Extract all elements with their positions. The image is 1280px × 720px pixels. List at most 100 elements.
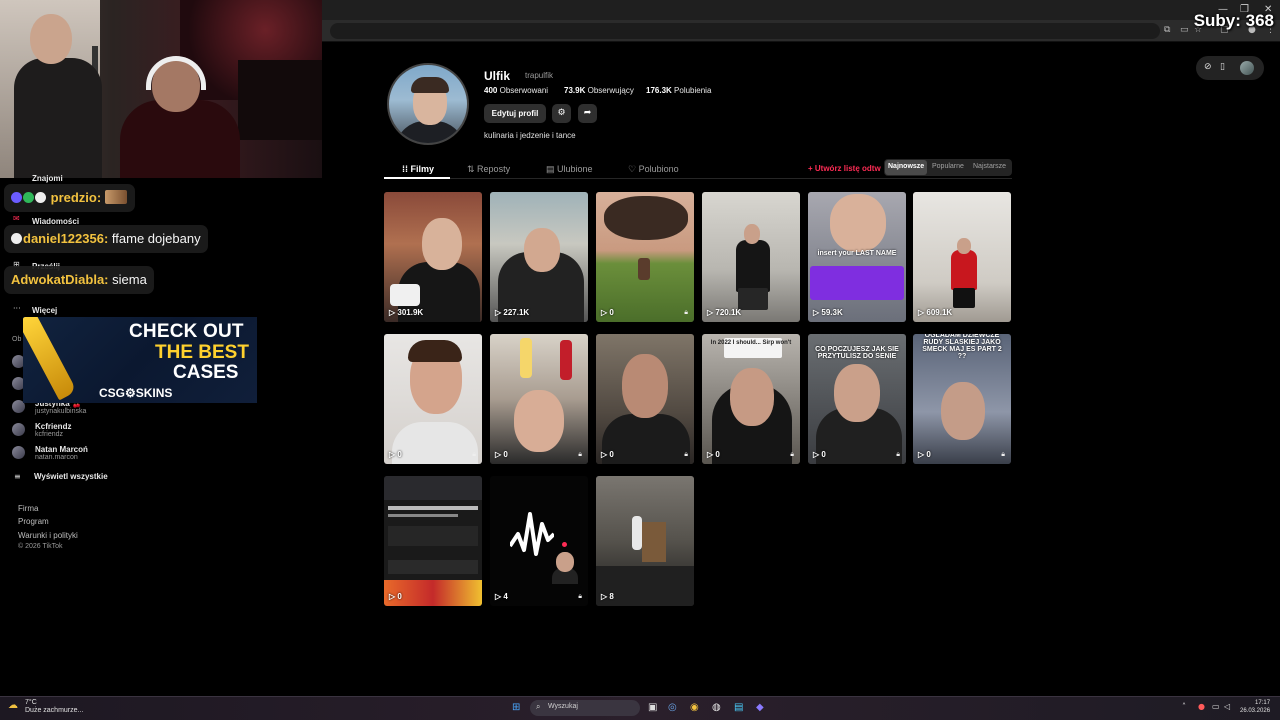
discord-icon[interactable]: ◆ xyxy=(756,702,764,713)
volume-icon[interactable]: ◁ xyxy=(1224,702,1230,711)
views-count: ▷ 8 xyxy=(601,592,614,601)
url-field[interactable] xyxy=(330,23,1160,39)
lock-icon: 🔒︎ xyxy=(1001,450,1005,458)
lock-icon: 🔒︎ xyxy=(684,450,688,458)
csgoskins-ad-banner[interactable]: CHECK OUT THE BEST CASES CSG⚙SKINS xyxy=(23,317,257,403)
search-icon: ⌕ xyxy=(536,702,541,711)
system-clock[interactable]: 17:17 26.03.2026 xyxy=(1240,699,1270,715)
chrome-icon[interactable]: ◉ xyxy=(690,702,699,713)
coin-icon[interactable]: ⊘ xyxy=(1204,62,1212,72)
waveform-icon xyxy=(510,512,554,556)
create-playlist-button[interactable]: + Utwórz listę odtw xyxy=(808,164,881,173)
views-count: ▷ 0 xyxy=(601,308,614,317)
translate-icon[interactable]: ⧉ xyxy=(1164,25,1174,35)
chat-username: predzio: xyxy=(50,190,102,205)
obs-icon[interactable]: ◍ xyxy=(712,702,721,713)
grid-icon: ⁞⁞ xyxy=(402,164,411,174)
subs-counter: Suby: 368 xyxy=(1193,11,1274,30)
tray-chevron-icon[interactable]: ˄ xyxy=(1182,702,1186,711)
following-heading: Ob xyxy=(12,336,22,343)
network-icon[interactable]: ▭ xyxy=(1212,702,1220,711)
video-thumbnail[interactable]: ▷ 0 xyxy=(384,476,482,606)
followers-stat[interactable]: 73.9K Obserwujący xyxy=(564,86,634,95)
footer-link[interactable]: Firma xyxy=(18,504,38,513)
views-count: ▷ 609.1K xyxy=(918,308,953,317)
tab-videos[interactable]: ⁞⁞ Filmy xyxy=(402,164,434,174)
sort-oldest[interactable]: Najstarsze xyxy=(973,163,1006,170)
video-thumbnail[interactable]: ▷ 0 🔒︎ xyxy=(596,334,694,464)
video-overlay-text: insert your LAST NAME xyxy=(817,250,897,257)
notepad-icon[interactable]: ▤ xyxy=(734,702,743,713)
views-count: ▷ 0 xyxy=(495,450,508,459)
address-bar: ⧉ ▭ ☆ ▢ ● ⋮ xyxy=(322,20,1280,42)
views-count: ▷ 301.9K xyxy=(389,308,424,317)
profile-username: Ulfik xyxy=(484,69,511,83)
video-thumbnail[interactable]: ▷ 227.1K xyxy=(490,192,588,322)
soccer-ball-icon xyxy=(11,233,22,244)
share-icon[interactable]: ➦ xyxy=(578,104,597,123)
following-name[interactable]: Kcfriendz xyxy=(35,422,71,431)
lock-icon: 🔒︎ xyxy=(790,450,794,458)
video-thumbnail[interactable]: In 2022 I should... Sirp won't ▷ 0 🔒︎ xyxy=(702,334,800,464)
chat-username: AdwokatDiabla: xyxy=(11,272,109,287)
knife-icon xyxy=(23,317,77,401)
video-thumbnail[interactable]: ▷ 8 xyxy=(596,476,694,606)
video-thumbnail[interactable]: ▷ 0 🔒︎ xyxy=(384,334,482,464)
taskbar-search[interactable]: ⌕ Wyszukaj xyxy=(530,700,640,716)
video-overlay-text: In 2022 I should... Sirp won't xyxy=(710,340,792,346)
sort-newest[interactable]: Najnowsze xyxy=(888,163,924,170)
task-view-icon[interactable]: ▣ xyxy=(648,702,657,713)
video-thumbnail[interactable]: ▷ 0 🔒︎ xyxy=(596,192,694,322)
tab-reposts[interactable]: ⇅ Reposty xyxy=(467,164,510,175)
video-thumbnail[interactable]: ▷ 720.1K xyxy=(702,192,800,322)
footer-link[interactable]: Warunki i polityki xyxy=(18,531,78,540)
avatar[interactable] xyxy=(12,423,25,436)
tiktok-top-toolbar: ⊘ ▯ xyxy=(1196,56,1264,80)
windows-start-icon[interactable]: ⊞ xyxy=(512,702,520,713)
sidebar-item-more[interactable]: Więcej xyxy=(32,306,57,315)
lock-icon: 🔒︎ xyxy=(472,450,476,458)
video-overlay-text: OGLADAM DZIEWCZE RUDY SLASKIEJ JAKO SMEC… xyxy=(922,334,1002,360)
tab-liked[interactable]: ♡ Polubiono xyxy=(628,164,679,175)
video-thumbnail[interactable]: CO POCZUJESZ JAK SIE PRZYTULISZ DO SENIE… xyxy=(808,334,906,464)
profile-avatar[interactable] xyxy=(387,63,469,145)
badge-icon xyxy=(11,192,22,203)
views-count: ▷ 227.1K xyxy=(495,308,530,317)
heart-icon: ♡ xyxy=(628,164,639,174)
video-thumbnail[interactable]: ▷ 301.9K xyxy=(384,192,482,322)
search-placeholder: Wyszukaj xyxy=(548,703,578,710)
video-thumbnail[interactable]: ▷ 609.1K xyxy=(913,192,1011,322)
phone-icon[interactable]: ▯ xyxy=(1220,62,1225,72)
show-all-link[interactable]: Wyświetl wszystkie xyxy=(34,472,108,481)
weather-icon[interactable]: ☁ xyxy=(8,700,18,711)
views-count: ▷ 0 xyxy=(601,450,614,459)
lock-icon: 🔒︎ xyxy=(578,592,582,600)
weather-widget[interactable]: 7°C Duże zachmurze... xyxy=(25,699,83,715)
following-name[interactable]: Natan Marcoń xyxy=(35,445,88,454)
video-thumbnail[interactable]: OGLADAM DZIEWCZE RUDY SLASKIEJ JAKO SMEC… xyxy=(913,334,1011,464)
edit-profile-button[interactable]: Edytuj profil xyxy=(484,104,546,123)
sort-popular[interactable]: Popularne xyxy=(932,163,964,170)
tab-favorites[interactable]: ▤ Ulubione xyxy=(546,164,593,175)
likes-stat: 176.3K Polubienia xyxy=(646,86,712,95)
footer-link[interactable]: Program xyxy=(18,517,49,526)
cast-icon[interactable]: ▭ xyxy=(1180,25,1190,35)
chat-username: daniel122356: xyxy=(23,231,109,246)
avatar[interactable] xyxy=(12,446,25,459)
sidebar-item-friends[interactable]: Znajomi xyxy=(32,174,63,183)
video-thumbnail[interactable]: ▷ 0 🔒︎ xyxy=(490,334,588,464)
video-overlay-text: CO POCZUJESZ JAK SIE PRZYTULISZ DO SENIE xyxy=(815,346,899,360)
account-avatar[interactable] xyxy=(1240,61,1254,75)
mic-icon[interactable]: ● xyxy=(1198,702,1205,711)
steam-icon[interactable]: ◎ xyxy=(668,702,677,713)
badge-icon xyxy=(23,192,34,203)
video-thumbnail[interactable]: insert your LAST NAME ▷ 59.3K xyxy=(808,192,906,322)
settings-icon[interactable]: ⚙ xyxy=(552,104,571,123)
following-stat[interactable]: 400 Obserwowani xyxy=(484,86,548,95)
views-count: ▷ 0 xyxy=(918,450,931,459)
lock-icon: 🔒︎ xyxy=(896,450,900,458)
ad-headline: CASES xyxy=(173,362,239,383)
messages-icon: ✉ xyxy=(13,214,20,223)
active-tab-indicator xyxy=(384,177,450,179)
video-thumbnail[interactable]: ▷ 4 🔒︎ xyxy=(490,476,588,606)
